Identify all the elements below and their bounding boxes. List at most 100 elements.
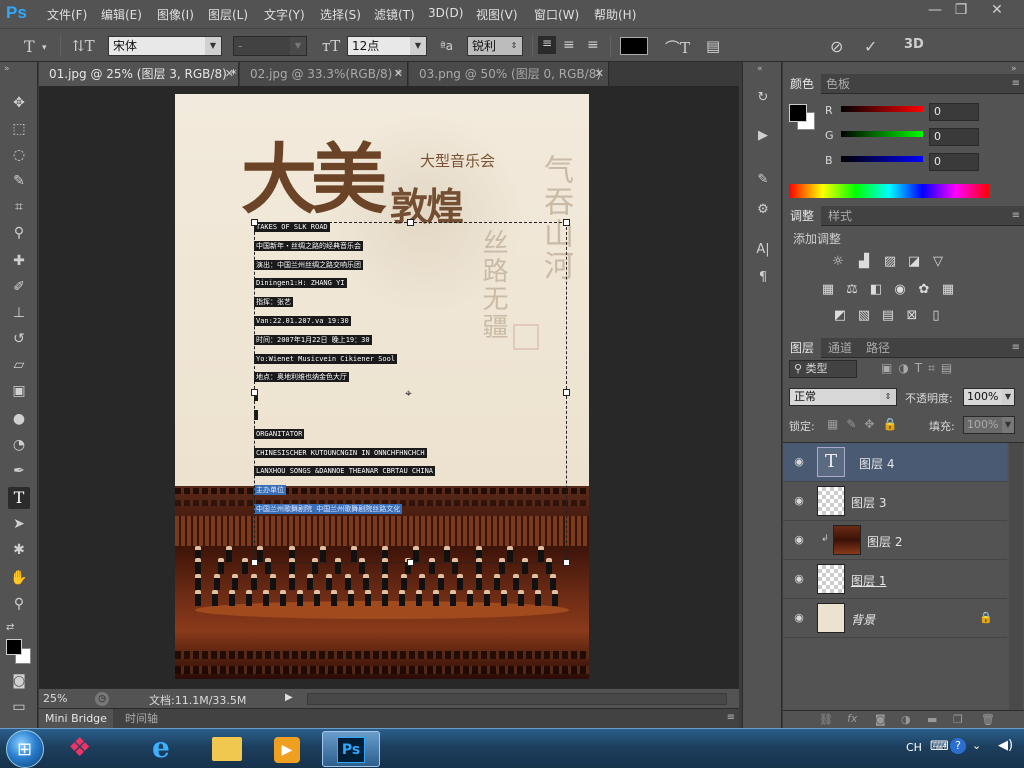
menu-view[interactable]: 视图(V) [476, 6, 518, 23]
layer-row-4[interactable]: ◉ T 图层 4 [783, 443, 1007, 482]
brightness-icon[interactable]: ☼ [829, 254, 847, 270]
close-icon[interactable]: ✕ [984, 2, 1010, 20]
start-button[interactable]: ⊞ [6, 730, 44, 768]
3d-button[interactable]: 3D [904, 37, 924, 52]
b-slider[interactable] [841, 156, 923, 162]
antialias-select[interactable]: 锐利 ⇕ [467, 36, 523, 56]
path-select-tool-icon[interactable]: ➤ [8, 513, 30, 535]
selective-color-icon[interactable]: ▯ [927, 308, 945, 324]
restore-icon[interactable]: ❐ [948, 2, 974, 20]
panel-menu-icon[interactable]: ≡ [1012, 78, 1020, 89]
posterize-icon[interactable]: ▧ [855, 308, 873, 324]
transform-handle[interactable] [251, 559, 258, 566]
commit-check-icon[interactable]: ✓ [864, 37, 877, 56]
minimize-icon[interactable]: — [922, 2, 948, 20]
expand-icon[interactable]: « [757, 64, 763, 74]
collapse-panels-icon[interactable]: » [1011, 64, 1017, 74]
layer-row-background[interactable]: ◉ 背景 🔒 [783, 599, 1007, 638]
move-tool-icon[interactable]: ✥ [8, 92, 30, 114]
taskbar-internet-explorer-icon[interactable]: e [138, 731, 192, 767]
transform-handle[interactable] [251, 219, 258, 226]
menu-help[interactable]: 帮助(H) [594, 6, 636, 23]
tab-swatches[interactable]: 色板 [819, 74, 857, 94]
transform-bounding-box[interactable]: ⌖ [251, 219, 570, 566]
history-panel-icon[interactable]: ↻ [753, 88, 773, 108]
menu-image[interactable]: 图像(I) [157, 6, 194, 23]
tray-options-icon[interactable]: ⌄ [972, 739, 981, 752]
help-icon[interactable]: ? [950, 738, 966, 754]
paragraph-panel-icon[interactable]: ¶ [753, 268, 773, 288]
type-tool-icon[interactable]: T [8, 487, 30, 509]
type-tool-preset-icon[interactable]: T [24, 37, 35, 56]
adjustment-layer-icon[interactable]: ◑ [901, 713, 911, 726]
panel-menu-icon[interactable]: ≡ [1012, 342, 1020, 353]
tab-mini-bridge[interactable]: Mini Bridge [39, 709, 113, 729]
tool-presets-icon[interactable]: ⚙ [753, 200, 773, 220]
layer-row-1[interactable]: ◉ 图层 1 [783, 560, 1007, 599]
tab-layers[interactable]: 图层 [783, 338, 822, 358]
taskbar-photoshop-button[interactable]: Ps [322, 731, 380, 767]
levels-icon[interactable]: ▟ [855, 254, 873, 270]
zoom-level[interactable]: 25% [43, 692, 67, 705]
panel-menu-icon[interactable]: ≡ [1012, 210, 1020, 221]
eyedropper-tool-icon[interactable]: ⚲ [8, 222, 30, 244]
tab-03-png[interactable]: 03.png @ 50% (图层 0, RGB/8) ✕ [409, 62, 609, 86]
eye-icon[interactable]: ◉ [792, 494, 806, 508]
character-panel-icon[interactable]: A| [753, 240, 773, 260]
align-right-icon[interactable]: ≡ [587, 37, 599, 53]
status-info-icon[interactable]: ◷ [95, 692, 109, 706]
layer-name[interactable]: 图层 1 [851, 572, 886, 589]
vibrance-icon[interactable]: ▽ [929, 254, 947, 270]
history-brush-tool-icon[interactable]: ↺ [8, 328, 30, 350]
brush-presets-icon[interactable]: ✎ [753, 170, 773, 190]
gradient-tool-icon[interactable]: ▣ [8, 380, 30, 402]
dodge-tool-icon[interactable]: ◔ [8, 434, 30, 456]
horizontal-scrollbar[interactable] [307, 693, 727, 705]
screen-mode-icon[interactable]: ▭ [8, 696, 30, 718]
ime-indicator[interactable]: CH [906, 741, 922, 754]
actions-panel-icon[interactable]: ▶ [753, 126, 773, 146]
fx-icon[interactable]: fx [847, 712, 857, 725]
transform-handle[interactable] [563, 559, 570, 566]
new-group-icon[interactable]: ▬ [927, 713, 937, 726]
font-family-select[interactable]: 宋体 ▼ [108, 36, 222, 56]
menu-filter[interactable]: 滤镜(T) [374, 6, 415, 23]
brush-tool-icon[interactable]: ✐ [8, 276, 30, 298]
layer-filter-icons[interactable]: ▣◑T⌗▤ [881, 361, 958, 376]
zoom-tool-icon[interactable]: ⚲ [8, 593, 30, 615]
font-size-input[interactable]: 12点 ▼ [347, 36, 427, 56]
crop-tool-icon[interactable]: ⌗ [8, 196, 30, 218]
threshold-icon[interactable]: ▤ [879, 308, 897, 324]
layer-row-2[interactable]: ◉ ↲ 图层 2 [783, 521, 1007, 560]
speaker-icon[interactable]: ◀) [998, 738, 1013, 753]
tab-styles[interactable]: 样式 [821, 206, 859, 226]
photo-filter-icon[interactable]: ◉ [891, 282, 909, 298]
menu-type[interactable]: 文字(Y) [264, 6, 305, 23]
swap-colors-icon[interactable]: ⇄ [6, 622, 14, 633]
tab-timeline[interactable]: 时间轴 [119, 709, 164, 729]
transform-handle[interactable] [251, 389, 258, 396]
menu-file[interactable]: 文件(F) [47, 6, 87, 23]
gradient-map-icon[interactable]: ⊠ [903, 308, 921, 324]
menu-3d[interactable]: 3D(D) [428, 6, 463, 20]
exposure-icon[interactable]: ◪ [905, 254, 923, 270]
tab-paths[interactable]: 路径 [859, 338, 897, 358]
tab-channels[interactable]: 通道 [821, 338, 859, 358]
collapse-icon[interactable]: » [4, 64, 10, 74]
keyboard-icon[interactable]: ⌨ [930, 739, 949, 754]
r-value-field[interactable]: 0 [929, 103, 979, 121]
color-panel-foreground-swatch[interactable] [789, 104, 807, 122]
font-style-select[interactable]: - ▼ [233, 36, 307, 56]
pen-tool-icon[interactable]: ✒ [8, 460, 30, 482]
eye-icon[interactable]: ◉ [792, 533, 806, 547]
layer-name[interactable]: 图层 3 [851, 494, 886, 511]
curves-icon[interactable]: ▨ [881, 254, 899, 270]
hue-saturation-icon[interactable]: ▦ [819, 282, 837, 298]
blur-tool-icon[interactable]: ● [8, 408, 30, 430]
add-mask-icon[interactable]: ◙ [875, 713, 886, 726]
link-layers-icon[interactable]: ⛓ [819, 713, 833, 726]
transform-handle[interactable] [563, 219, 570, 226]
new-layer-icon[interactable]: ❐ [953, 713, 963, 726]
character-panel-icon[interactable]: ▤ [706, 37, 720, 55]
color-spectrum-bar[interactable] [789, 184, 989, 198]
